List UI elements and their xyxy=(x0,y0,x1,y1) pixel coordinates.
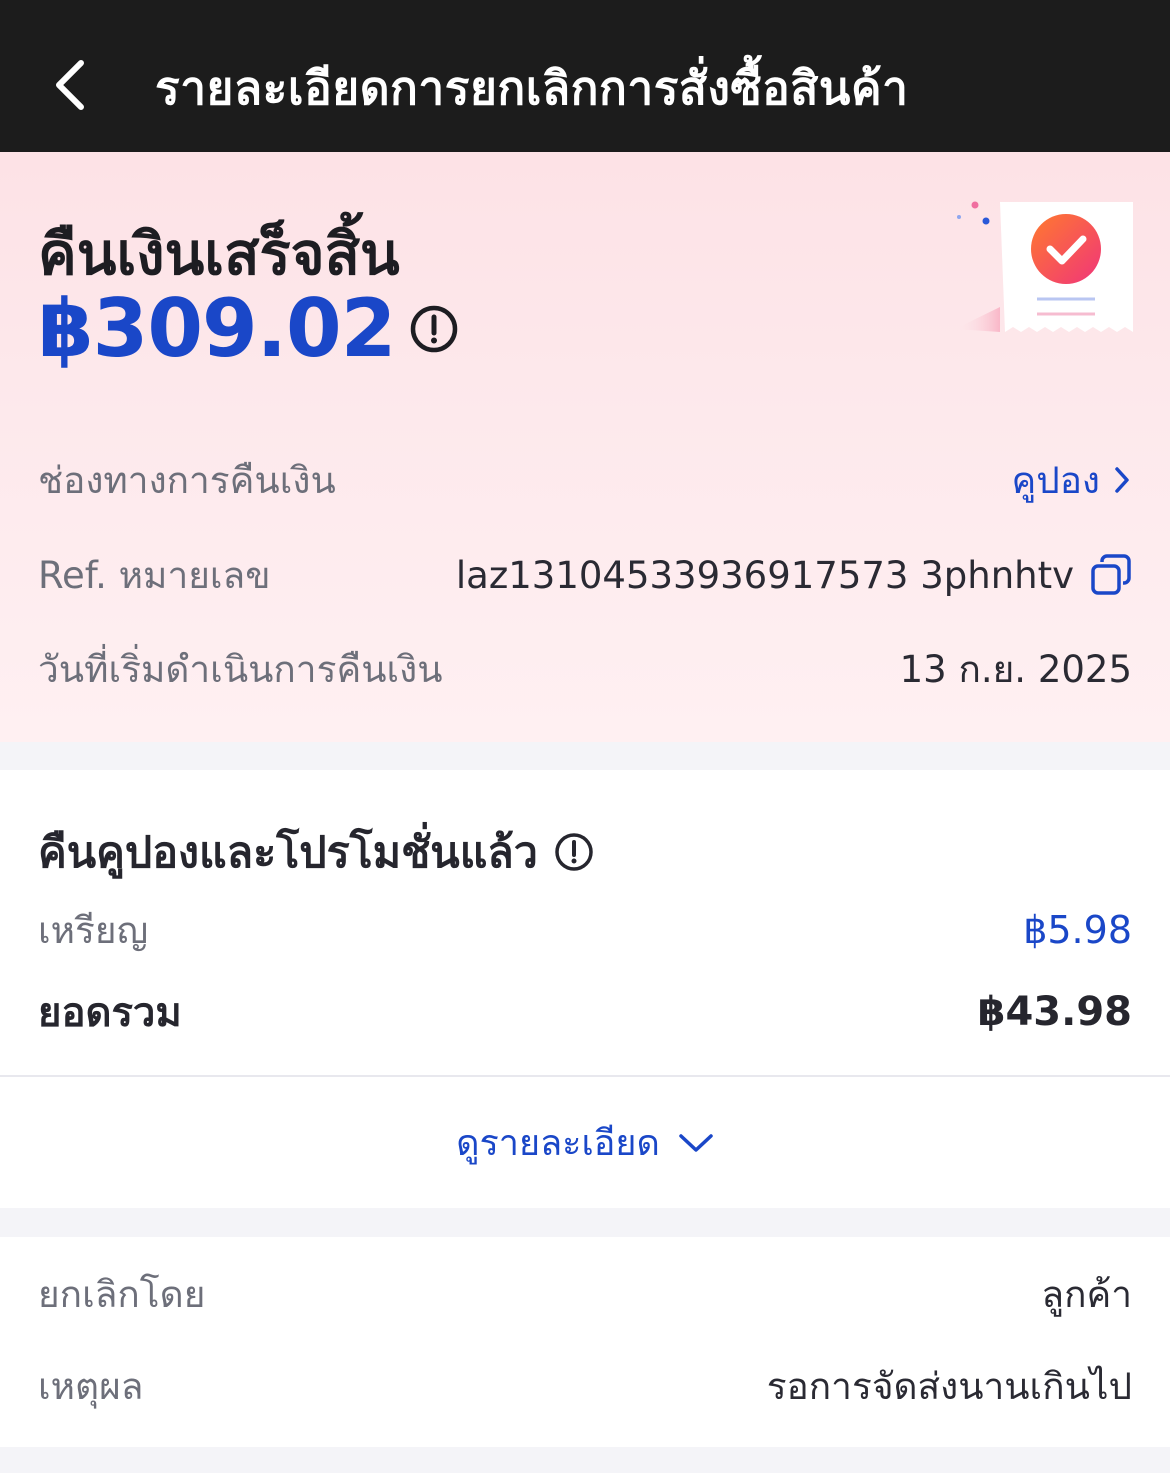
chevron-left-icon xyxy=(56,60,84,110)
total-label: ยอดรวม xyxy=(38,990,182,1036)
coin-row: เหรียญ ฿5.98 xyxy=(38,902,1132,958)
receipt-check-icon xyxy=(955,201,1133,332)
view-details-button[interactable]: ดูรายละเอียด xyxy=(0,1077,1170,1208)
refund-date-row: วันที่เริ่มดำเนินการคืนเงิน 13 ก.ย. 2025 xyxy=(38,639,1132,699)
info-circle-icon[interactable] xyxy=(554,832,594,872)
cancelled-by-row: ยกเลิกโดย ลูกค้า xyxy=(38,1264,1132,1324)
cancelled-by-label: ยกเลิกโดย xyxy=(38,1272,206,1316)
ref-number-label: Ref. หมายเลข xyxy=(38,553,271,597)
ref-number-row: Ref. หมายเลข laz13104533936917573 3phnht… xyxy=(38,545,1132,605)
reason-value: รอการจัดส่งนานเกินไป xyxy=(766,1364,1132,1408)
top-bar: รายละเอียดการยกเลิกการสั่งซื้อสินค้า xyxy=(0,0,1170,152)
chevron-down-icon xyxy=(678,1132,714,1154)
coin-value: ฿5.98 xyxy=(1023,908,1132,952)
ref-number-value: laz13104533936917573 3phnhtv xyxy=(455,553,1074,597)
total-row: ยอดรวม ฿43.98 xyxy=(38,984,1132,1040)
refund-channel-row: ช่องทางการคืนเงิน คูปอง xyxy=(38,450,1132,510)
refund-channel-link[interactable]: คูปอง xyxy=(1011,451,1132,510)
reason-label: เหตุผล xyxy=(38,1364,144,1408)
refund-amount-row: ฿309.02 xyxy=(38,282,459,375)
refund-amount: ฿309.02 xyxy=(38,282,396,375)
view-details-label: ดูรายละเอียด xyxy=(456,1123,660,1164)
refund-channel-value: คูปอง xyxy=(1011,458,1100,502)
coin-label: เหรียญ xyxy=(38,908,149,952)
refund-summary: คืนเงินเสร็จสิ้น ฿309.02 ช่องทางการคืนเง… xyxy=(0,152,1170,742)
cancelled-by-value: ลูกค้า xyxy=(1041,1272,1132,1316)
cancellation-info-section: ยกเลิกโดย ลูกค้า เหตุผล รอการจัดส่งนานเก… xyxy=(0,1237,1170,1447)
coupon-section-title: คืนคูปองและโปรโมชั่นแล้ว xyxy=(38,828,538,878)
coupon-section-header: คืนคูปองและโปรโมชั่นแล้ว xyxy=(38,818,594,886)
refund-date-value: 13 ก.ย. 2025 xyxy=(899,647,1132,691)
refund-channel-label: ช่องทางการคืนเงิน xyxy=(38,458,336,502)
copy-icon[interactable] xyxy=(1090,553,1132,597)
page-title: รายละเอียดการยกเลิกการสั่งซื้อสินค้า xyxy=(155,61,909,115)
reason-row: เหตุผล รอการจัดส่งนานเกินไป xyxy=(38,1356,1132,1416)
total-value: ฿43.98 xyxy=(977,989,1132,1035)
refund-date-label: วันที่เริ่มดำเนินการคืนเงิน xyxy=(38,647,443,691)
info-circle-icon[interactable] xyxy=(409,304,459,354)
chevron-right-icon xyxy=(1112,464,1132,496)
coupon-refund-section: คืนคูปองและโปรโมชั่นแล้ว เหรียญ ฿5.98 ยอ… xyxy=(0,770,1170,1208)
back-button[interactable] xyxy=(40,50,100,120)
